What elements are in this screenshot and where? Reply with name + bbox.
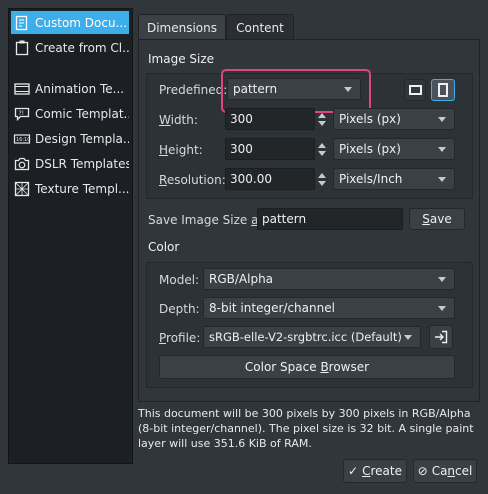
texture-icon [13,180,31,198]
dimensions-panel: Image Size Predefined: pattern Width: 30… [138,39,480,402]
sidebar-item-label: DSLR Templates [35,156,129,171]
tab-content[interactable]: Content [226,14,294,40]
depth-dropdown[interactable]: 8-bit integer/channel [203,297,455,319]
model-value: RGB/Alpha [209,272,274,286]
height-stepper[interactable] [316,138,328,160]
width-value: 300 [230,112,253,126]
clipboard-icon [13,39,31,57]
sidebar-item-comic-templates[interactable]: ?! Comic Templat... [11,102,129,125]
height-input[interactable]: 300 [225,138,315,160]
width-stepper[interactable] [316,108,328,130]
sidebar-item-design-templates[interactable]: 16:10 Design Templa... [11,127,129,150]
save-size-label: Save Image Size as: [148,213,269,227]
height-value: 300 [230,142,253,156]
sidebar-item-label: Design Templa... [35,131,129,146]
increment-icon [318,112,326,118]
height-unit-value: Pixels (px) [339,142,401,156]
sidebar-item-label: Comic Templat... [35,106,129,121]
resolution-unit-value: Pixels/Inch [339,172,403,186]
camera-icon [13,155,31,173]
depth-label: Depth: [159,302,200,316]
profile-value: sRGB-elle-V2-srgbtrc.icc (Default) [209,330,402,344]
increment-icon [318,172,326,178]
save-size-input[interactable]: pattern [257,208,403,230]
depth-value: 8-bit integer/channel [209,301,335,315]
sidebar-item-label: Animation Te... [35,81,125,96]
resolution-unit-dropdown[interactable]: Pixels/Inch [333,168,455,190]
svg-text:?!: ?! [19,110,25,117]
chevron-down-icon [438,277,446,282]
profile-label: Profile: [159,331,201,345]
sidebar-item-label: Texture Templ... [35,181,129,196]
width-label: Width: [159,113,198,127]
height-label: Height: [159,143,203,157]
resolution-value: 300.00 [230,172,272,186]
portrait-icon [438,83,448,97]
chevron-down-icon [438,177,446,182]
width-input[interactable]: 300 [225,108,315,130]
import-icon [435,330,448,344]
profile-dropdown[interactable]: sRGB-elle-V2-srgbtrc.icc (Default) [203,326,421,348]
save-button-label: Save [422,212,452,226]
height-unit-dropdown[interactable]: Pixels (px) [333,138,455,160]
portrait-button[interactable] [431,79,455,101]
resolution-label: Resolution: [159,173,226,187]
sidebar-item-dslr-templates[interactable]: DSLR Templates [11,152,129,175]
tab-label: Content [236,20,284,35]
check-icon: ✓ [348,464,359,478]
landscape-icon [408,85,422,95]
sidebar-item-animation-templates[interactable]: Animation Te... [11,77,129,100]
sidebar-item-create-from-clipboard[interactable]: Create from Cl... [11,36,129,59]
chevron-down-icon [404,335,412,340]
tab-label: Dimensions [146,20,218,35]
color-space-browser-label: Color Space Browser [244,360,370,374]
image-size-title: Image Size [148,52,215,66]
create-label: Create [362,464,402,478]
resolution-input[interactable]: 300.00 [225,168,315,190]
highlight-box [221,69,371,113]
cancel-label: Cancel [431,464,473,478]
tab-dimensions[interactable]: Dimensions [138,14,226,40]
color-space-browser-button[interactable]: Color Space Browser [159,355,455,379]
chevron-down-icon [438,147,446,152]
chevron-down-icon [438,306,446,311]
create-button[interactable]: ✓ Create [343,459,407,483]
document-icon [13,14,31,32]
sidebar-item-label: Custom Docu... [35,15,128,30]
ruler-icon: 16:10 [13,130,31,148]
film-icon [13,80,31,98]
save-size-button[interactable]: Save [409,208,465,230]
speech-bubble-icon: ?! [13,105,31,123]
template-sidebar: Custom Docu... Create from Cl... Animati… [8,8,133,464]
width-unit-value: Pixels (px) [339,112,401,126]
model-label: Model: [159,273,200,287]
landscape-button[interactable] [404,79,426,101]
chevron-down-icon [438,117,446,122]
sidebar-item-texture-templates[interactable]: Texture Templ... [11,177,129,200]
model-dropdown[interactable]: RGB/Alpha [203,268,455,290]
decrement-icon [318,150,326,156]
predefined-label: Predefined: [159,83,228,97]
increment-icon [318,142,326,148]
import-profile-button[interactable] [429,325,453,349]
sidebar-item-custom-document[interactable]: Custom Docu... [11,11,129,34]
document-info-text: This document will be 300 pixels by 300 … [138,407,474,450]
sidebar-item-label: Create from Cl... [35,40,129,55]
svg-text:16:10: 16:10 [16,137,30,143]
resolution-stepper[interactable] [316,168,328,190]
cancel-icon: ⊘ [417,464,428,478]
decrement-icon [318,120,326,126]
cancel-button[interactable]: ⊘ Cancel [413,459,477,483]
width-unit-dropdown[interactable]: Pixels (px) [333,108,455,130]
color-title: Color [148,240,180,254]
save-size-value: pattern [262,212,307,226]
decrement-icon [318,180,326,186]
